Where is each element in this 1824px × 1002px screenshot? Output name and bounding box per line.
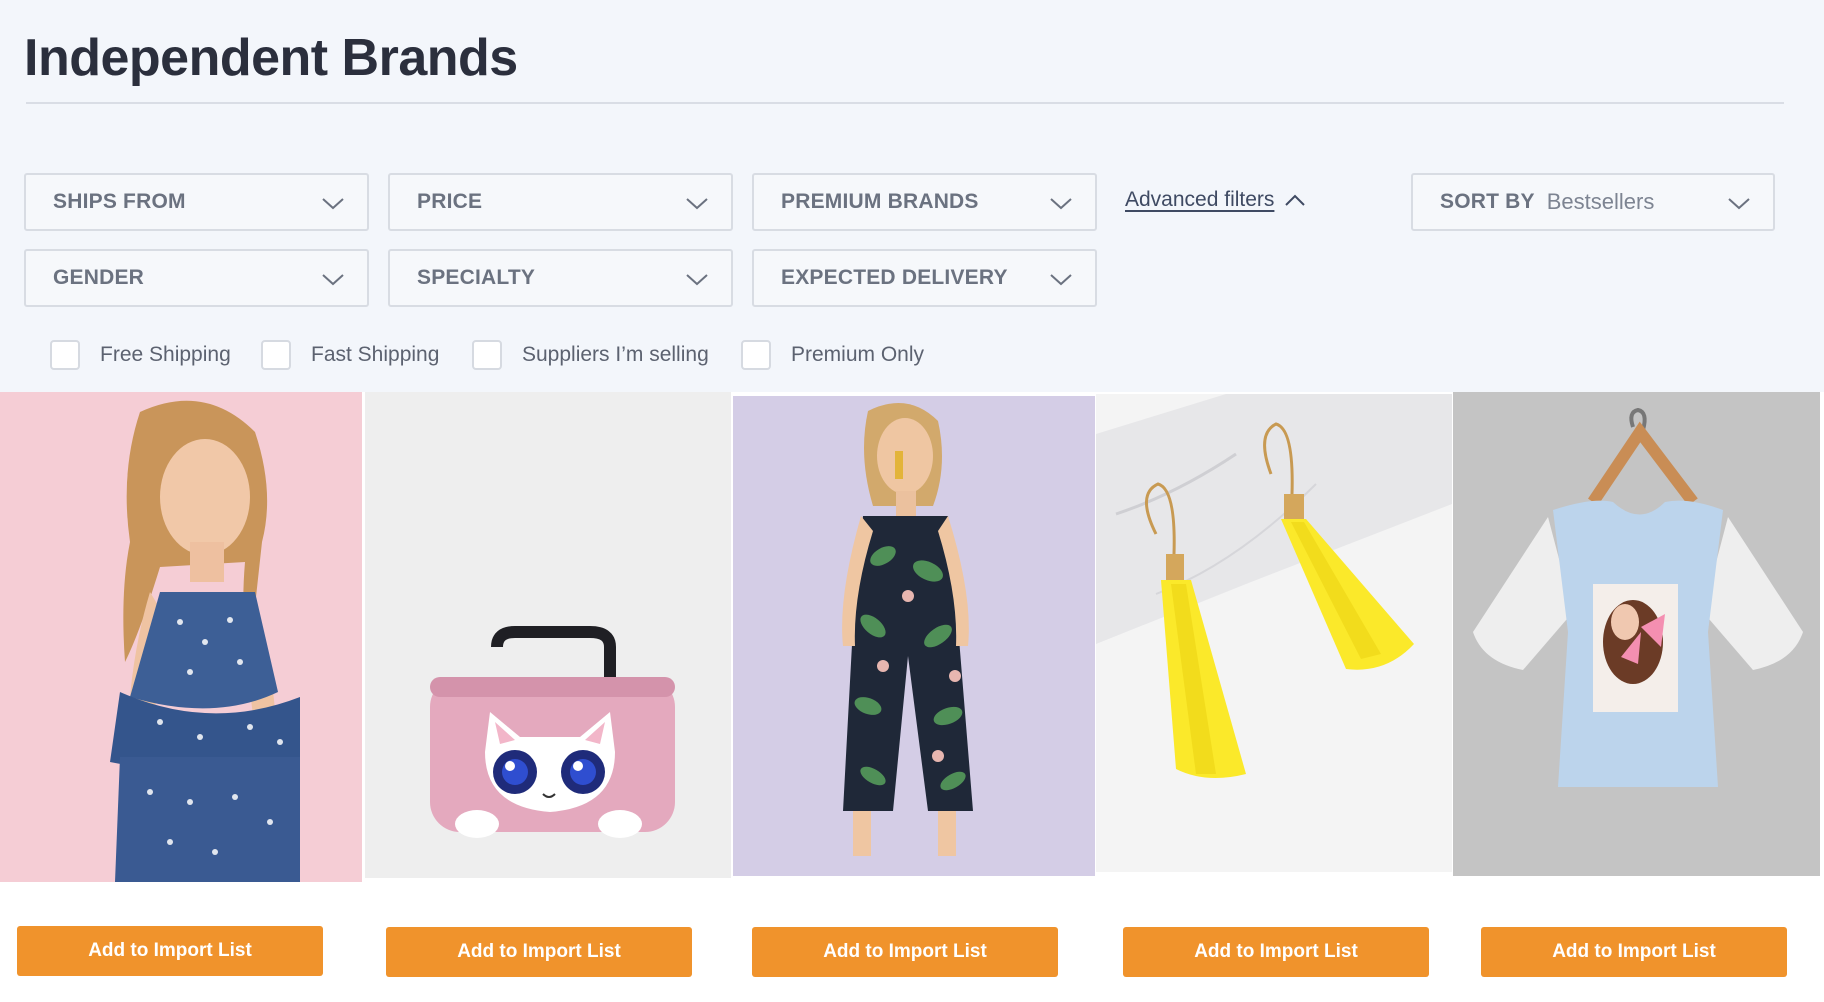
specialty-dropdown[interactable]: SPECIALTY xyxy=(388,249,733,307)
checkbox-box[interactable] xyxy=(50,340,80,370)
tshirt-illustration xyxy=(1473,407,1803,787)
jumpsuit-illustration xyxy=(842,403,973,856)
fast-shipping-label: Fast Shipping xyxy=(311,343,440,366)
girl-outfit-illustration xyxy=(110,400,300,882)
chevron-down-icon xyxy=(686,274,708,286)
price-dropdown[interactable]: PRICE xyxy=(388,173,733,231)
title-divider xyxy=(26,102,1784,104)
expected-delivery-dropdown[interactable]: EXPECTED DELIVERY xyxy=(752,249,1097,307)
add-to-import-list-button[interactable]: Add to Import List xyxy=(752,927,1058,977)
chevron-down-icon xyxy=(322,198,344,210)
product-image-cat-handbag[interactable] xyxy=(365,392,731,878)
earrings-illustration xyxy=(1096,394,1452,778)
gender-label: GENDER xyxy=(53,266,145,289)
add-to-import-list-button[interactable]: Add to Import List xyxy=(17,926,323,976)
free-shipping-checkbox[interactable]: Free Shipping xyxy=(50,340,231,370)
specialty-label: SPECIALTY xyxy=(417,266,536,289)
price-label: PRICE xyxy=(417,190,483,213)
advanced-filters-link[interactable]: Advanced filters xyxy=(1125,188,1274,212)
page-title: Independent Brands xyxy=(24,29,518,87)
sort-by-value: Bestsellers xyxy=(1546,189,1655,214)
chevron-down-icon xyxy=(686,198,708,210)
premium-only-checkbox[interactable]: Premium Only xyxy=(741,340,924,370)
checkbox-box[interactable] xyxy=(741,340,771,370)
premium-brands-dropdown[interactable]: PREMIUM BRANDS xyxy=(752,173,1097,231)
product-image-tropical-jumpsuit[interactable] xyxy=(733,396,1095,876)
sort-by-label: SORT BY xyxy=(1440,190,1535,213)
suppliers-selling-checkbox[interactable]: Suppliers I’m selling xyxy=(472,340,709,370)
cat-handbag-illustration xyxy=(430,626,675,838)
chevron-down-icon xyxy=(322,274,344,286)
sort-by-dropdown[interactable]: SORT BY Bestsellers xyxy=(1411,173,1775,231)
checkbox-box[interactable] xyxy=(472,340,502,370)
add-to-import-list-button[interactable]: Add to Import List xyxy=(1481,927,1787,977)
advanced-filters-toggle[interactable]: Advanced filters xyxy=(1125,188,1306,212)
add-to-import-list-button[interactable]: Add to Import List xyxy=(386,927,692,977)
checkbox-box[interactable] xyxy=(261,340,291,370)
chevron-down-icon xyxy=(1728,198,1750,210)
gender-dropdown[interactable]: GENDER xyxy=(24,249,369,307)
expected-delivery-label: EXPECTED DELIVERY xyxy=(781,266,1008,289)
suppliers-selling-label: Suppliers I’m selling xyxy=(522,343,709,366)
ships-from-dropdown[interactable]: SHIPS FROM xyxy=(24,173,369,231)
free-shipping-label: Free Shipping xyxy=(100,343,231,366)
fast-shipping-checkbox[interactable]: Fast Shipping xyxy=(261,340,439,370)
premium-only-label: Premium Only xyxy=(791,343,925,366)
add-to-import-list-button[interactable]: Add to Import List xyxy=(1123,927,1429,977)
product-image-graphic-tshirt[interactable] xyxy=(1453,392,1820,876)
chevron-down-icon xyxy=(1050,274,1072,286)
product-image-girl-outfit[interactable] xyxy=(0,392,362,882)
chevron-up-icon xyxy=(1285,194,1306,206)
premium-brands-label: PREMIUM BRANDS xyxy=(781,190,979,213)
product-image-tassel-earrings[interactable] xyxy=(1096,394,1452,872)
chevron-down-icon xyxy=(1050,198,1072,210)
ships-from-label: SHIPS FROM xyxy=(53,190,186,213)
